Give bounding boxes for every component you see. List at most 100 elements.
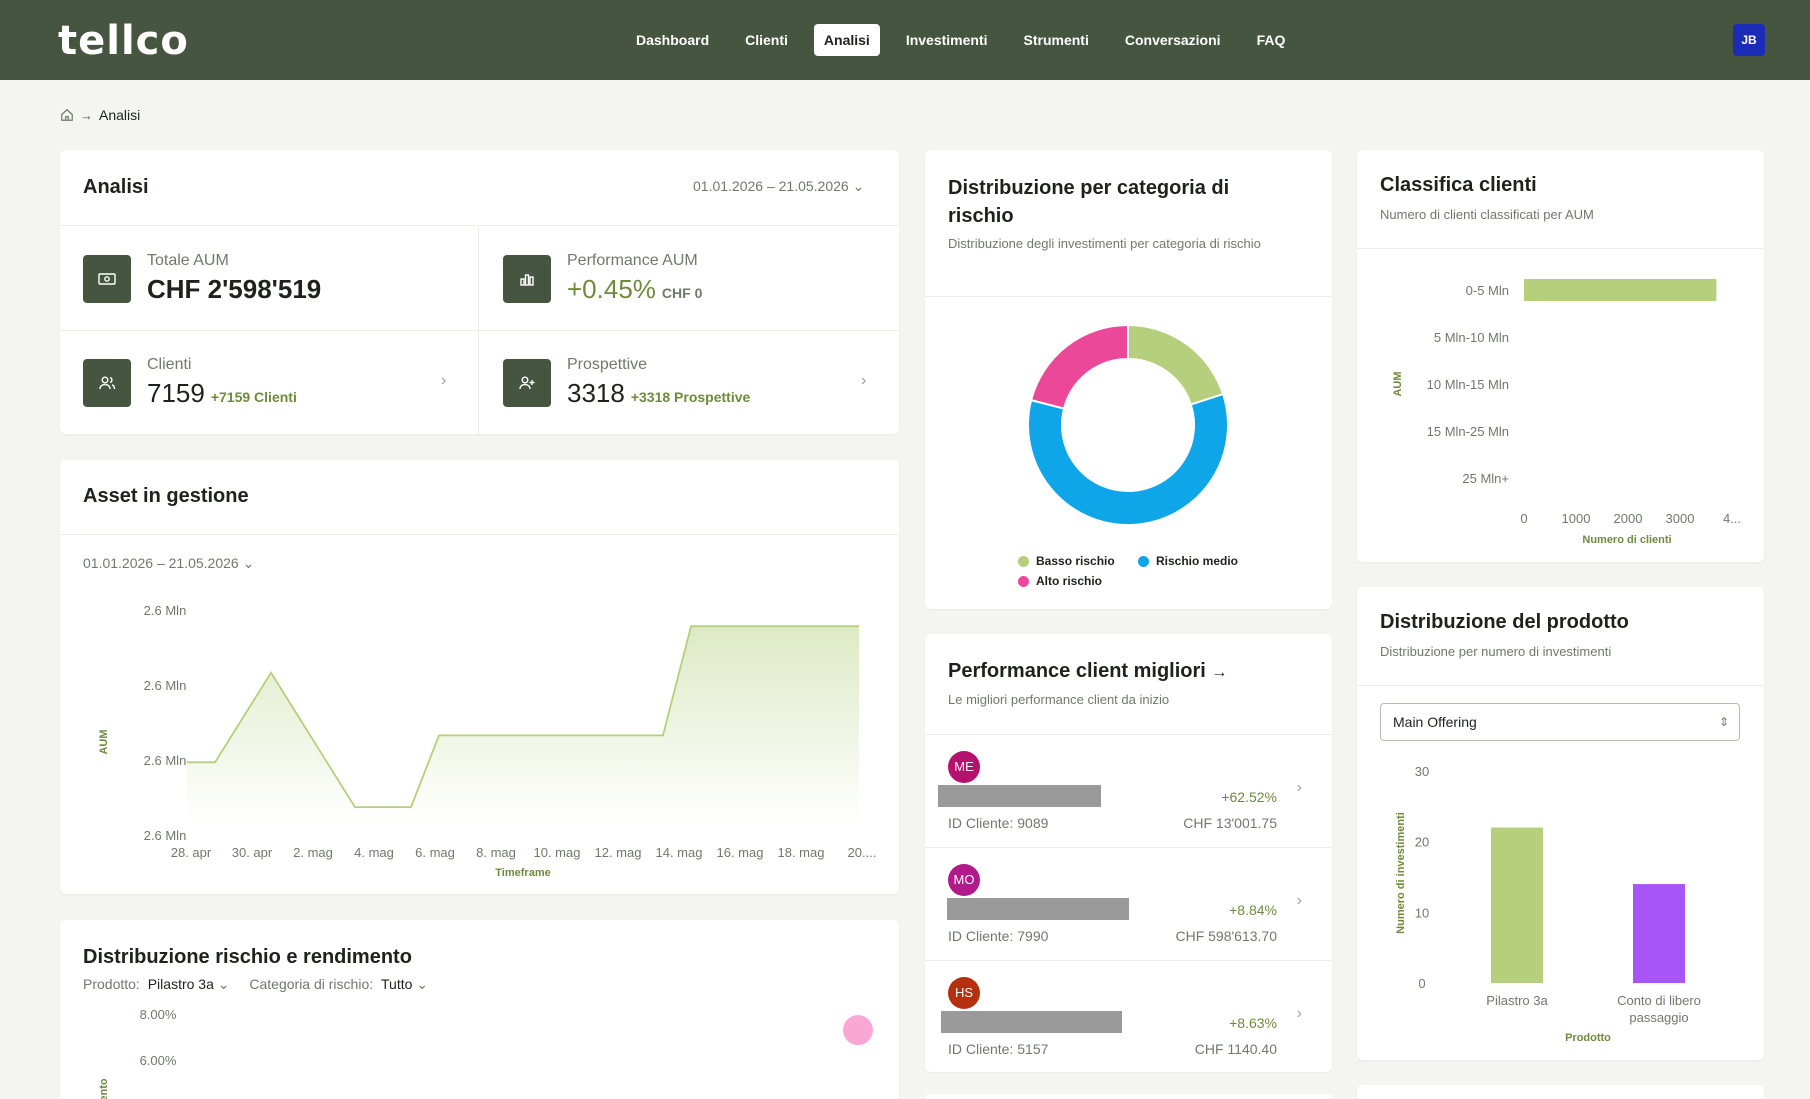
y-tick-label: 2.6 Mln	[144, 828, 187, 843]
chevron-right-icon[interactable]: ›	[1297, 892, 1302, 910]
x-tick-label: 1000	[1562, 511, 1591, 526]
analisi-date-dropdown[interactable]: 01.01.2026 – 21.05.2026 ⌄	[693, 178, 864, 195]
chevron-right-icon[interactable]: ›	[441, 372, 446, 390]
donut-slice-rischio-medio[interactable]	[1027, 392, 1229, 526]
performance-subtitle: Le migliori performance client da inizio	[948, 692, 1170, 707]
next-card-stub	[1357, 1085, 1764, 1099]
asset-line-chart: 2.6 Mln 2.6 Mln 2.6 Mln 2.6 Mln 28. apr 30. …	[98, 603, 877, 879]
product-card: Distribuzione del prodotto Distribuzione…	[1357, 587, 1764, 1060]
y-tick-label: 2.6 Mln	[144, 603, 187, 618]
chevron-right-icon[interactable]: ›	[1297, 1005, 1302, 1023]
kpi-label: Clienti	[147, 356, 192, 373]
ranking-xlabel: Numero di clienti	[1582, 534, 1671, 546]
client-amount: CHF 13'001.75	[1183, 815, 1277, 831]
kpi-value: 7159 +7159 Clienti	[147, 378, 297, 408]
x-tick-label: 2000	[1614, 511, 1643, 526]
home-icon[interactable]	[60, 108, 74, 122]
arrow-right-icon: →	[80, 107, 93, 123]
kpi-label: Performance AUM	[567, 252, 698, 269]
product-bar[interactable]	[1633, 884, 1685, 983]
category-label: 10 Mln-15 Mln	[1427, 377, 1509, 392]
risk-return-card: Distribuzione rischio e rendimento Prodo…	[60, 920, 899, 1099]
asset-ylabel: AUM	[98, 729, 110, 754]
donut-slice-alto-rischio[interactable]	[1029, 323, 1129, 410]
category-label: 5 Mln-10 Mln	[1434, 330, 1509, 345]
x-tick-label: 10. mag	[534, 845, 581, 860]
analisi-card: Analisi 01.01.2026 – 21.05.2026 ⌄ Totale…	[60, 150, 899, 434]
nav-clienti[interactable]: Clienti	[735, 24, 798, 56]
main-nav: Dashboard Clienti Analisi Investimenti S…	[626, 24, 1311, 56]
client-performance: +8.63%	[1229, 1015, 1277, 1031]
performance-title[interactable]: Performance client migliori →	[948, 660, 1227, 683]
nav-dashboard[interactable]: Dashboard	[626, 24, 719, 56]
performance-row[interactable]: ME ID Cliente: 9089 +62.52% CHF 13'001.7…	[925, 734, 1332, 846]
kpi-label: Prospettive	[567, 356, 648, 373]
legend-basso-rischio: Basso rischio	[1018, 554, 1115, 568]
client-amount: CHF 1140.40	[1194, 1041, 1277, 1057]
y-tick-label: 6.00%	[140, 1053, 177, 1068]
y-tick-label: 0	[1418, 976, 1425, 991]
client-amount: CHF 598'613.70	[1175, 928, 1277, 944]
top-navbar: tellco Dashboard Clienti Analisi Investi…	[0, 0, 1810, 80]
category-label: 25 Mln+	[1462, 471, 1509, 486]
y-tick-label: 30	[1415, 764, 1429, 779]
client-id: ID Cliente: 7990	[948, 928, 1049, 944]
analisi-title: Analisi	[83, 176, 149, 198]
performance-row[interactable]: HS ID Cliente: 5157 +8.63% CHF 1140.40 ›	[925, 960, 1332, 1072]
x-tick-label: 20....	[848, 845, 877, 860]
user-plus-icon	[503, 359, 551, 407]
y-tick-label: 20	[1415, 835, 1429, 850]
product-xlabel: Prodotto	[1565, 1032, 1611, 1044]
y-tick-label: 2.6 Mln	[144, 753, 187, 768]
client-avatar: MO	[948, 864, 980, 896]
kpi-value: 3318 +3318 Prospettive	[567, 378, 751, 408]
y-tick-label: 10	[1415, 905, 1429, 920]
x-tick-label: 3000	[1666, 511, 1695, 526]
category-label: 15 Mln-25 Mln	[1427, 424, 1509, 439]
product-bar[interactable]	[1491, 827, 1543, 983]
next-card-stub	[925, 1094, 1332, 1099]
kpi-value: +0.45% CHF 0	[567, 274, 703, 304]
client-id: ID Cliente: 9089	[948, 815, 1049, 831]
x-tick-label: 6. mag	[415, 845, 455, 860]
nav-analisi[interactable]: Analisi	[813, 24, 880, 56]
x-tick-label: 4. mag	[354, 845, 394, 860]
chevron-right-icon[interactable]: ›	[1297, 779, 1302, 797]
performance-row[interactable]: MO ID Cliente: 7990 +8.84% CHF 598'613.7…	[925, 847, 1332, 959]
client-name-redacted	[941, 1011, 1122, 1033]
risk-dist-title: Distribuzione per categoria di rischio	[948, 177, 1230, 227]
risk-donut-chart	[1027, 323, 1229, 526]
user-avatar[interactable]: JB	[1733, 24, 1765, 56]
nav-investimenti[interactable]: Investimenti	[896, 24, 998, 56]
asset-xlabel: Timeframe	[495, 867, 550, 879]
risk-return-scatter: 8.00% 6.00% ento	[98, 1007, 873, 1099]
svg-text:tellco: tellco	[58, 18, 189, 64]
tellco-logo[interactable]: tellco	[58, 16, 206, 64]
ranking-bar[interactable]	[1524, 279, 1717, 301]
asset-area	[187, 626, 859, 825]
client-performance: +62.52%	[1221, 789, 1277, 805]
arrow-right-icon[interactable]: →	[1211, 664, 1227, 681]
client-name-redacted	[947, 898, 1129, 920]
x-tick-label: 8. mag	[476, 845, 516, 860]
risk-return-ylabel: ento	[98, 1078, 110, 1099]
client-performance: +8.84%	[1229, 902, 1277, 918]
ranking-bar-chart: 0-5 Mln 5 Mln-10 Mln 10 Mln-15 Mln 15 Mln-2…	[1392, 279, 1741, 546]
x-tick-label: 28. apr	[171, 845, 212, 860]
nav-strumenti[interactable]: Strumenti	[1014, 24, 1099, 56]
legend-rischio-medio: Rischio medio	[1138, 554, 1238, 568]
client-avatar: HS	[948, 977, 980, 1009]
x-tick-label: 2. mag	[293, 845, 333, 860]
product-ylabel: Numero di investimenti	[1395, 812, 1407, 934]
client-id: ID Cliente: 5157	[948, 1041, 1049, 1057]
ranking-ylabel: AUM	[1392, 371, 1404, 396]
chevron-right-icon[interactable]: ›	[861, 372, 866, 390]
x-tick-label: 4...	[1723, 511, 1741, 526]
users-icon	[83, 359, 131, 407]
x-tick-label: 30. apr	[232, 845, 273, 860]
donut-slice-basso-rischio[interactable]	[1127, 323, 1225, 406]
scatter-point[interactable]	[843, 1015, 873, 1046]
x-tick-label: Conto di libero passaggio	[1617, 993, 1701, 1025]
nav-faq[interactable]: FAQ	[1247, 24, 1296, 56]
nav-conversazioni[interactable]: Conversazioni	[1115, 24, 1231, 56]
